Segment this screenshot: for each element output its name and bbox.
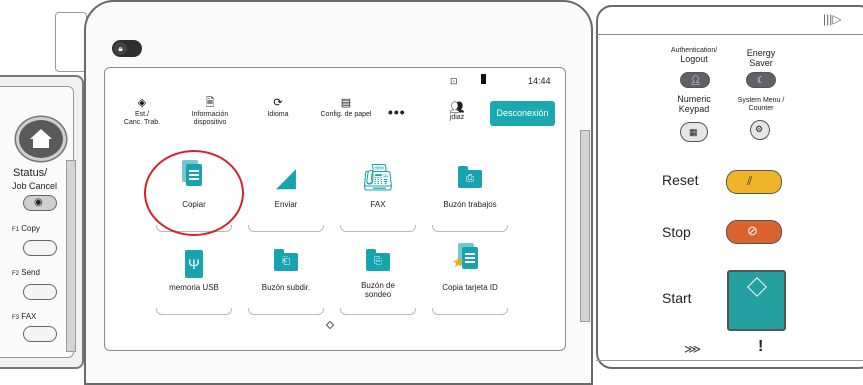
current-user[interactable]: 👥︎ jdiaz: [440, 100, 474, 121]
app-send[interactable]: ◢ Enviar: [244, 162, 328, 232]
left-paper-slot: [55, 12, 87, 72]
app-polling-box[interactable]: ⎘ Buzón de sondeo: [336, 245, 420, 315]
moon-icon: ☾: [757, 75, 766, 85]
processing-indicator-icon: ⋙: [684, 342, 702, 356]
subaddress-box-icon: ⎗: [244, 245, 328, 275]
system-menu-label: System Menu / Counter: [737, 97, 785, 112]
energy-saver-label: Energy Saver: [746, 48, 776, 68]
app-job-box[interactable]: ⎙ Buzón trabajos: [428, 162, 512, 232]
start-icon: [747, 277, 767, 297]
app-fax[interactable]: 📠︎ FAX: [336, 162, 420, 232]
highlight-circle: [144, 150, 244, 236]
user-name: jdiaz: [449, 114, 465, 121]
app-label: Buzón de sondeo: [361, 281, 395, 299]
authentication-logout-button[interactable]: 👤︎: [680, 72, 710, 88]
status-label: Status/: [13, 167, 48, 179]
job-box-icon: ⎙: [428, 162, 512, 192]
home-button[interactable]: [16, 117, 66, 161]
more-shortcuts-button[interactable]: •••: [388, 104, 406, 120]
reset-label: Reset: [662, 172, 699, 188]
shortcut-paper-settings[interactable]: ▤ Config. de papel: [306, 97, 386, 119]
stop-icon: ⊘: [747, 223, 758, 238]
job-cancel-label: Job Cancel: [12, 181, 58, 191]
f2-send-button[interactable]: [23, 284, 57, 300]
f2-label: F2 Send: [12, 268, 40, 277]
numeric-keypad-label: Numeric Keypad: [677, 94, 711, 114]
fax-icon: 📠︎: [361, 162, 395, 192]
gear-icon: ⚙︎: [755, 124, 764, 134]
paper-settings-icon: ▤: [340, 97, 352, 109]
app-label: Copia tarjeta ID: [442, 283, 498, 292]
app-label: Buzón subdir.: [261, 283, 311, 292]
reset-icon: ⫽: [747, 174, 753, 188]
app-usb-memory[interactable]: Ψ memoria USB: [152, 245, 236, 315]
right-panel-divider: [596, 34, 863, 35]
lock-icon: 🔒︎: [114, 42, 127, 55]
shortcut-label: Config. de papel: [320, 111, 372, 118]
app-label: FAX: [370, 200, 386, 209]
clock: 14:44: [528, 76, 551, 86]
logout-button[interactable]: Desconexión: [490, 101, 555, 126]
id-card-copy-icon: ★: [428, 243, 512, 275]
stop-button[interactable]: ⊘: [726, 220, 782, 244]
home-icon: [30, 129, 52, 139]
f3-label: F3 FAX: [12, 312, 37, 321]
start-label: Start: [662, 290, 692, 306]
shortcut-label: Información dispositivo: [191, 111, 229, 126]
user-group-icon: 👥︎: [449, 100, 465, 114]
status-job-cancel-button[interactable]: ◉: [23, 195, 57, 211]
f1-copy-button[interactable]: [23, 240, 57, 256]
right-panel-bottom-edge: [596, 360, 863, 361]
f3-fax-button[interactable]: [23, 326, 57, 342]
attention-indicator-icon: !: [758, 338, 764, 355]
shortcut-label: Est./ Canc. Trab.: [123, 111, 161, 126]
eye-icon: ◉: [34, 197, 43, 208]
app-subaddress-box[interactable]: ⎗ Buzón subdir.: [244, 245, 328, 315]
user-icon: 👤︎: [690, 75, 702, 85]
app-label: Enviar: [274, 200, 298, 209]
numeric-keypad-button[interactable]: ▦: [680, 122, 708, 142]
lock-toggle[interactable]: 🔒︎: [112, 40, 142, 57]
app-id-card-copy[interactable]: ★ Copia tarjeta ID: [428, 243, 512, 315]
keypad-icon: ▦: [689, 127, 698, 137]
stop-label: Stop: [662, 224, 691, 240]
indicator-bars-icon: |||▷: [823, 12, 842, 26]
bezel-right-rail: [580, 130, 590, 322]
energy-saver-button[interactable]: ☾: [746, 72, 776, 88]
send-icon: ◢: [276, 162, 296, 192]
system-menu-button[interactable]: ⚙︎: [750, 120, 770, 140]
start-button[interactable]: [727, 270, 786, 331]
f1-label: F1 Copy: [12, 224, 40, 233]
authentication-logout-label: Authentication/Logout: [670, 47, 718, 64]
network-icon: ⊡: [450, 76, 458, 86]
app-label: memoria USB: [169, 283, 219, 292]
memory-icon: [481, 74, 486, 84]
usb-icon: Ψ: [152, 245, 236, 278]
reset-button[interactable]: ⫽: [726, 170, 782, 194]
star-icon: ★: [452, 254, 465, 270]
app-label: Buzón trabajos: [443, 200, 497, 209]
shortcut-label: Idioma: [267, 111, 289, 118]
polling-box-icon: ⎘: [336, 245, 420, 275]
bezel-left-rail: [66, 160, 76, 352]
